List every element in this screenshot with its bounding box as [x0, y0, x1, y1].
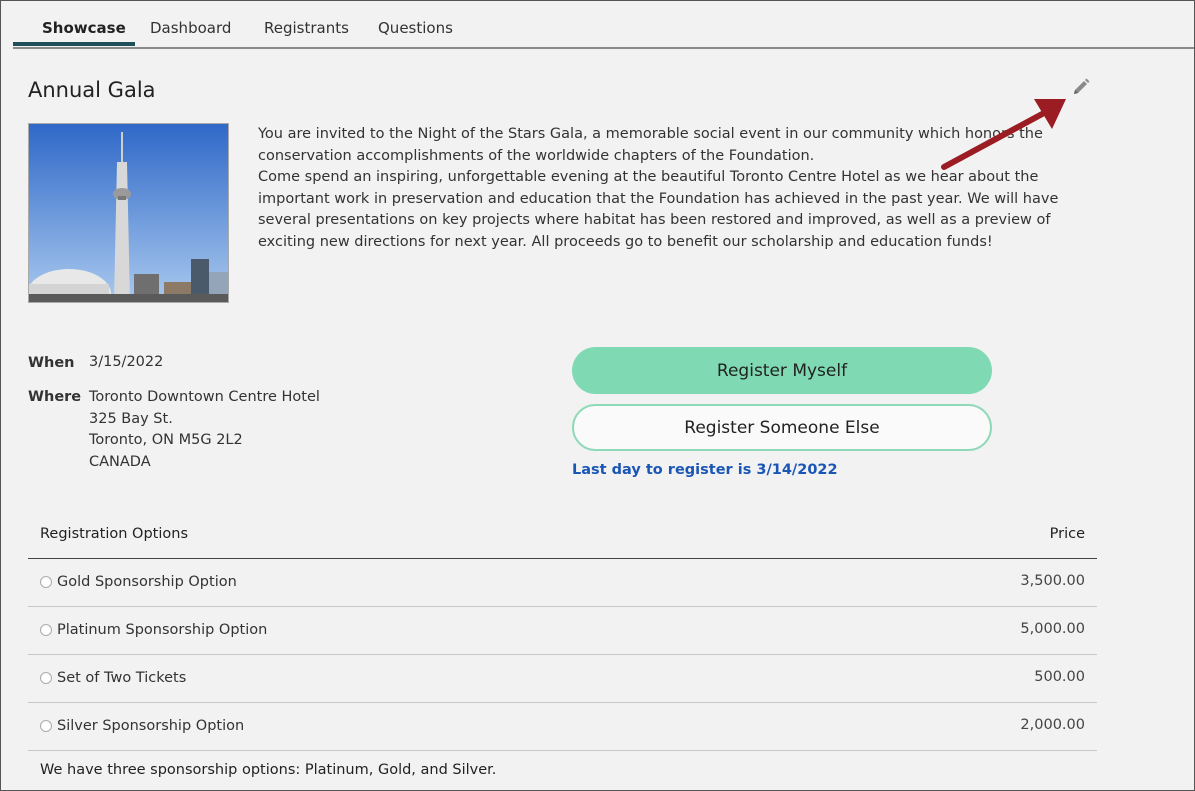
where-address: Toronto Downtown Centre Hotel 325 Bay St…: [89, 387, 320, 473]
option-name: Set of Two Tickets: [57, 670, 187, 686]
tab-registrants[interactable]: Registrants: [264, 19, 349, 37]
tab-dashboard[interactable]: Dashboard: [150, 19, 231, 37]
address-line: CANADA: [89, 453, 151, 470]
header-registration-options: Registration Options: [40, 526, 188, 542]
table-row[interactable]: Platinum Sponsorship Option 5,000.00: [28, 607, 1097, 655]
event-title: Annual Gala: [28, 78, 156, 102]
table-header: Registration Options Price: [28, 512, 1097, 559]
option-radio[interactable]: [40, 720, 52, 732]
option-name: Platinum Sponsorship Option: [57, 622, 268, 638]
register-someone-else-button[interactable]: Register Someone Else: [572, 404, 992, 451]
option-price: 5,000.00: [1020, 621, 1085, 637]
registration-options-table: Registration Options Price Gold Sponsors…: [28, 512, 1097, 751]
showcase-page: Showcase Dashboard Registrants Questions…: [0, 0, 1195, 791]
option-price: 3,500.00: [1020, 573, 1085, 589]
address-line: Toronto, ON M5G 2L2: [89, 432, 243, 448]
description-paragraph-2: Come spend an inspiring, unforgettable e…: [258, 169, 1059, 250]
option-radio[interactable]: [40, 624, 52, 636]
address-line: 325 Bay St.: [89, 410, 173, 427]
option-name: Gold Sponsorship Option: [57, 574, 237, 590]
when-label: When: [28, 355, 75, 371]
option-radio[interactable]: [40, 672, 52, 684]
tab-showcase[interactable]: Showcase: [42, 19, 126, 37]
header-price: Price: [1049, 526, 1085, 542]
where-label: Where: [28, 389, 82, 405]
table-row[interactable]: Gold Sponsorship Option 3,500.00: [28, 559, 1097, 607]
table-row[interactable]: Set of Two Tickets 500.00: [28, 655, 1097, 703]
register-myself-button[interactable]: Register Myself: [572, 347, 992, 394]
when-value: 3/15/2022: [89, 354, 164, 370]
option-radio[interactable]: [40, 576, 52, 588]
option-price: 2,000.00: [1020, 717, 1085, 733]
option-price: 500.00: [1034, 669, 1085, 685]
option-name: Silver Sponsorship Option: [57, 718, 245, 734]
sponsorship-note: We have three sponsorship options: Plati…: [40, 762, 497, 778]
arrow-icon: [941, 99, 1066, 170]
tab-bar: Showcase Dashboard Registrants Questions: [13, 1, 1194, 49]
registration-deadline: Last day to register is 3/14/2022: [572, 462, 838, 478]
table-row[interactable]: Silver Sponsorship Option 2,000.00: [28, 703, 1097, 751]
address-line: Toronto Downtown Centre Hotel: [89, 389, 320, 405]
tab-questions[interactable]: Questions: [378, 19, 453, 37]
active-tab-indicator: [13, 42, 135, 46]
event-image: [28, 123, 229, 303]
